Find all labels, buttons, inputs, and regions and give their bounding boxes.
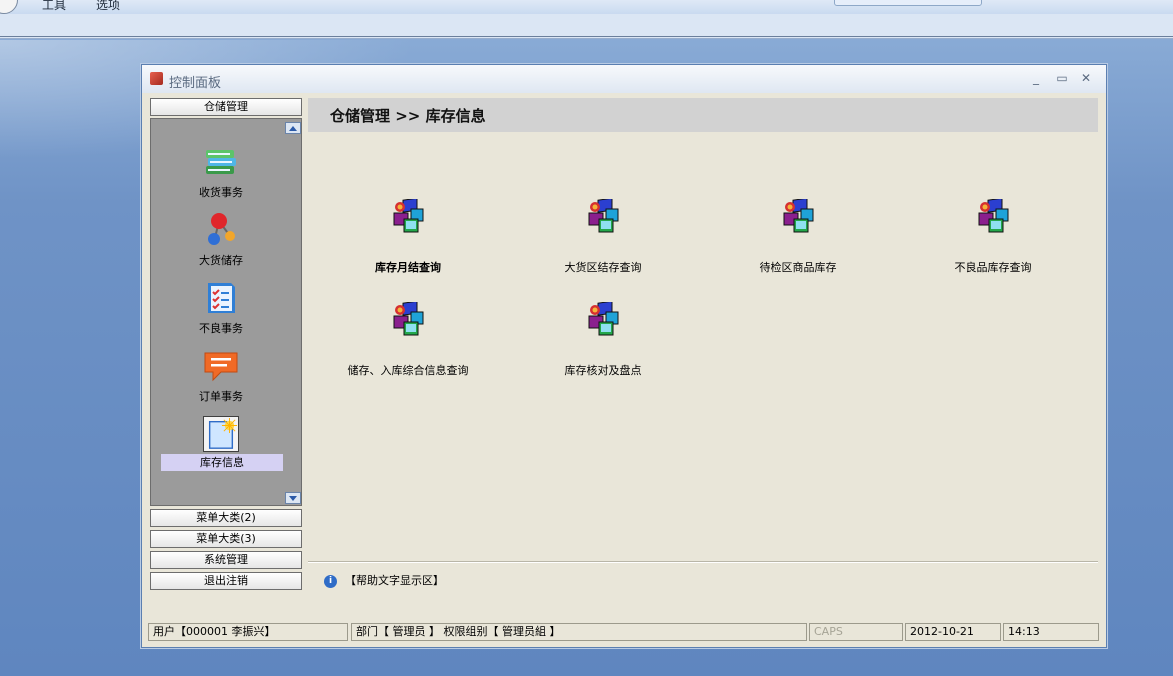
app-menubar: 工具 选项 xyxy=(0,0,1173,15)
item-bulk-area-balance[interactable]: 大货区结存查询 xyxy=(505,199,695,289)
menu-options[interactable]: 选项 xyxy=(96,0,120,13)
close-button[interactable]: ✕ xyxy=(1078,71,1094,85)
category-panel: 收货事务 大货储存 不良事务 订单事务 库存信息 xyxy=(150,118,302,506)
item-label: 大货区结存查询 xyxy=(564,261,642,274)
app-icon xyxy=(150,72,163,85)
nav-item-defect[interactable]: 不良事务 xyxy=(151,280,301,348)
scroll-down-button[interactable] xyxy=(285,492,301,504)
nav-item-label: 库存信息 xyxy=(161,454,283,471)
molecule-icon xyxy=(208,213,235,245)
module-cubes-icon xyxy=(588,302,619,336)
item-label: 待检区商品库存 xyxy=(759,261,837,274)
toolbar-strip xyxy=(0,14,1173,39)
nav-item-label: 不良事务 xyxy=(199,322,243,335)
nav-item-inventory[interactable]: 库存信息 xyxy=(151,416,301,484)
status-caps: CAPS xyxy=(809,623,903,641)
nav-item-bulk-storage[interactable]: 大货储存 xyxy=(151,212,301,280)
minimize-button[interactable]: _ xyxy=(1028,71,1044,85)
new-document-icon xyxy=(203,416,239,452)
control-panel-window: 控制面板 _ ▭ ✕ 仓储管理 收货事务 大货储存 不良事务 订单事务 库存信息… xyxy=(141,64,1107,648)
category-warehouse[interactable]: 仓储管理 xyxy=(150,98,302,116)
nav-item-label: 收货事务 xyxy=(199,186,243,199)
module-cubes-icon xyxy=(393,302,424,336)
item-monthly-inventory[interactable]: 库存月结查询 xyxy=(310,199,500,289)
category-menu-2[interactable]: 菜单大类(2) xyxy=(150,509,302,527)
window-title: 控制面板 xyxy=(169,76,222,91)
status-time: 14:13 xyxy=(1003,623,1099,641)
scroll-up-button[interactable] xyxy=(285,122,301,134)
maximize-button[interactable]: ▭ xyxy=(1054,71,1070,85)
module-cubes-icon xyxy=(783,199,814,233)
breadcrumb: 仓储管理 >> 库存信息 xyxy=(308,98,1098,132)
nav-item-receiving[interactable]: 收货事务 xyxy=(151,144,301,212)
checklist-icon xyxy=(208,283,235,313)
item-storage-inbound-query[interactable]: 储存、入库综合信息查询 xyxy=(310,302,500,392)
item-pending-inspection[interactable]: 待检区商品库存 xyxy=(700,199,890,289)
toolbar-box[interactable] xyxy=(834,0,982,6)
nav-item-label: 订单事务 xyxy=(199,390,243,403)
book-stack-icon xyxy=(206,150,236,174)
category-menu-3[interactable]: 菜单大类(3) xyxy=(150,530,302,548)
item-label: 储存、入库综合信息查询 xyxy=(347,364,469,377)
category-logout[interactable]: 退出注销 xyxy=(150,572,302,590)
module-cubes-icon xyxy=(978,199,1009,233)
module-cubes-icon xyxy=(588,199,619,233)
help-text: 【帮助文字显示区】 xyxy=(345,574,444,587)
item-label: 不良品库存查询 xyxy=(954,261,1032,274)
status-dept: 部门【 管理员 】 权限组别【 管理员組 】 xyxy=(351,623,807,641)
status-bar: 用户【000001 李振兴】 部门【 管理员 】 权限组别【 管理员組 】 CA… xyxy=(148,623,1100,643)
nav-item-orders[interactable]: 订单事务 xyxy=(151,348,301,416)
breadcrumb-text: 仓储管理 >> 库存信息 xyxy=(330,107,486,125)
nav-item-label: 大货储存 xyxy=(199,254,243,267)
help-area: i 【帮助文字显示区】 xyxy=(324,572,444,588)
speech-bubble-icon xyxy=(204,352,238,382)
menu-tools[interactable]: 工具 xyxy=(42,0,66,13)
content-area: 仓储管理 >> 库存信息 库存月结查询 大货区结存查询 待检区商品库存 不良品库… xyxy=(308,98,1098,584)
item-label: 库存月结查询 xyxy=(375,261,441,274)
info-icon: i xyxy=(324,574,337,588)
app-orb-button[interactable] xyxy=(0,0,18,14)
status-user: 用户【000001 李振兴】 xyxy=(148,623,348,641)
item-label: 库存核对及盘点 xyxy=(564,364,642,377)
item-stocktaking[interactable]: 库存核对及盘点 xyxy=(505,302,695,392)
category-system[interactable]: 系统管理 xyxy=(150,551,302,569)
item-defective-inventory[interactable]: 不良品库存查询 xyxy=(895,199,1085,289)
divider xyxy=(308,561,1098,563)
status-date: 2012-10-21 xyxy=(905,623,1001,641)
module-cubes-icon xyxy=(393,199,424,233)
window-titlebar[interactable]: 控制面板 _ ▭ ✕ xyxy=(142,65,1106,93)
